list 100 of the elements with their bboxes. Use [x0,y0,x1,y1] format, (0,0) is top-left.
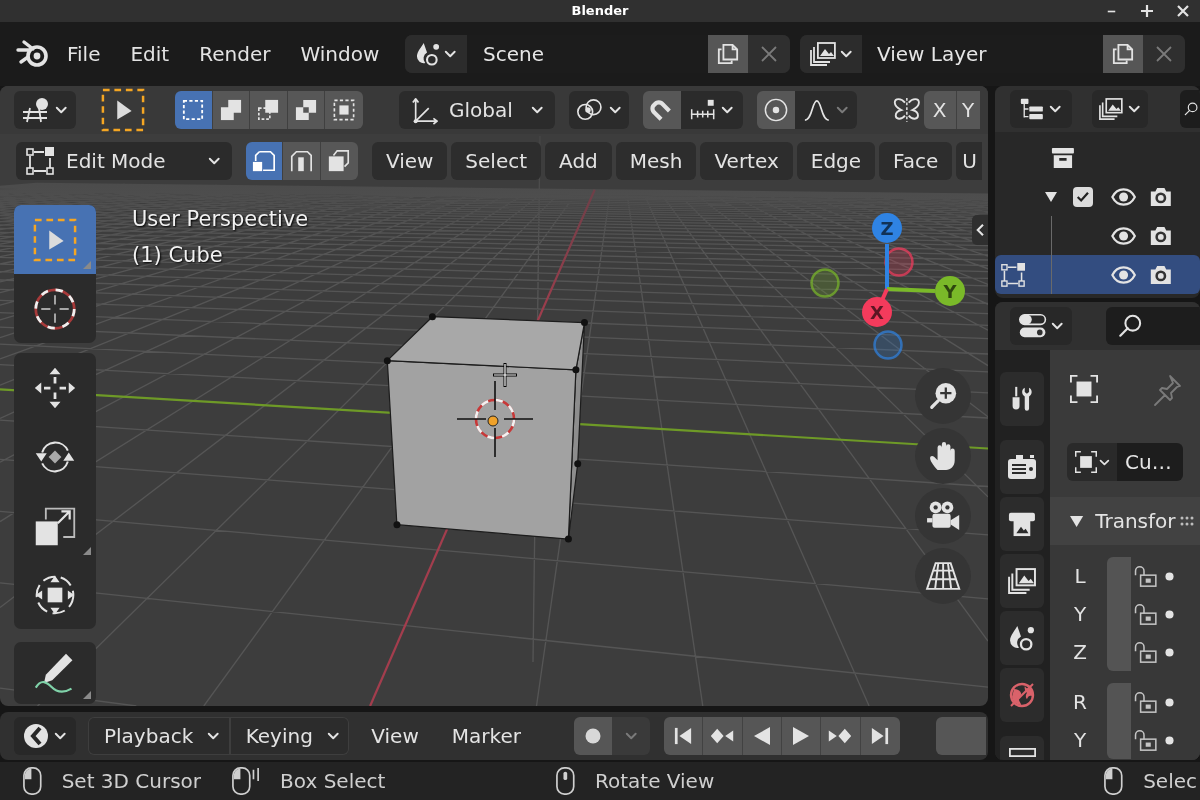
search-icon [1184,102,1198,116]
mesh-select-mode-button[interactable] [246,142,284,180]
snap-toggle[interactable] [642,91,681,129]
properties-tab[interactable] [1000,736,1044,760]
object-name-field[interactable]: Cu… [1117,443,1183,481]
menu-item[interactable]: View [371,717,419,755]
next-keyframe-button[interactable] [821,717,861,755]
mode-dropdown[interactable]: Edit Mode [16,142,232,180]
droplet-circles-icon [1009,625,1035,651]
pivot-dropdown[interactable] [568,91,629,129]
jump-to-end-button[interactable] [860,717,900,755]
sphere-on-grid-icon [22,97,51,123]
vertex-select-icon [252,149,277,173]
vertex-square-icon [26,147,54,175]
jump-to-start-button[interactable] [663,717,704,755]
orientation-dropdown[interactable]: Global [398,91,555,129]
maximize-button[interactable] [1139,3,1155,19]
frame-field[interactable] [935,717,986,755]
sidebar-toggle[interactable] [972,215,988,245]
scene-name-field[interactable]: Scene [467,35,708,73]
menu-item[interactable]: Mesh [615,142,697,180]
mirror-axis-toggle[interactable]: Y [956,91,980,129]
app-menu-button[interactable] [16,38,50,70]
menu-item[interactable]: Edge [796,142,876,180]
properties-tab[interactable] [1000,554,1044,608]
remove-button[interactable] [1143,35,1185,73]
snap-mode-dropdown[interactable] [680,91,743,129]
menu-dropdown[interactable]: Keying [229,717,350,755]
menu-item[interactable]: Face [879,142,953,180]
object-type-dropdown[interactable] [1067,443,1117,481]
menu-item[interactable]: Edit [115,35,185,73]
minimize-icon [1106,9,1116,13]
window-title: Blender [571,3,629,19]
axis-button[interactable]: Y [935,276,965,306]
close-icon [1156,46,1172,62]
proportional-edit-toggle[interactable] [756,91,795,129]
properties-tab[interactable] [1000,372,1044,426]
menu-item[interactable]: Vertex [700,142,793,180]
properties-tab[interactable] [1000,440,1044,494]
editor-type-dropdown[interactable] [14,717,76,755]
caret-icon [55,106,68,114]
previous-keyframe-icon [710,728,735,744]
value-field[interactable] [1107,683,1131,721]
menu-item[interactable]: Render [184,35,286,73]
select-mode-button[interactable] [175,91,213,129]
copy-button[interactable] [708,35,748,73]
menu-item[interactable]: File [52,35,116,73]
play-button[interactable] [781,717,822,755]
play-reverse-button[interactable] [742,717,782,755]
cube-mesh[interactable] [383,313,588,543]
menu-dropdown[interactable]: Playback [88,717,230,755]
filter-dropdown[interactable] [1092,90,1148,128]
mesh-select-mode-button[interactable] [320,142,358,180]
properties-tab[interactable] [1000,611,1044,665]
value-field[interactable] [1107,721,1131,759]
remove-button[interactable] [748,35,790,73]
perspective-toggle[interactable] [915,548,971,604]
overlapping-squares-icon [219,99,242,121]
outliner-row[interactable] [995,255,1200,294]
property-label: Y [1072,728,1088,752]
falloff-dropdown[interactable] [794,91,857,129]
checkbox[interactable] [1073,186,1093,207]
select-mode-button[interactable] [287,91,326,129]
previous-keyframe-button[interactable] [703,717,743,755]
editor-type-dropdown[interactable] [1010,307,1072,345]
axis-button[interactable]: X [862,297,892,327]
hint-label: Selec [1143,769,1197,793]
viewport-area[interactable]: Global X Y Edit Mode View Select Add Mesh Vertex Edge Face U User Perspective (1) Cube Z Y X [0,86,988,706]
record-button[interactable] [573,717,612,755]
search-field[interactable] [1106,307,1200,345]
menu-item[interactable]: Window [285,35,395,73]
camera-view-button[interactable] [915,488,971,544]
menu-item[interactable]: U [956,142,982,180]
menu-item[interactable]: Select [451,142,542,180]
close-button[interactable] [1175,3,1191,19]
value-field[interactable] [1107,633,1131,671]
select-mode-button[interactable] [325,91,363,129]
select-mode-button[interactable] [212,91,251,129]
value-field[interactable] [1107,557,1131,595]
axis-ring-icon[interactable] [884,247,914,277]
menu-item[interactable]: Marker [451,717,521,755]
options-dropdown[interactable] [14,91,76,129]
caret-icon [1050,322,1064,330]
butterfly-icon [891,97,922,123]
axis-ring-icon[interactable] [810,268,840,298]
pan-button[interactable] [915,428,971,484]
copy-button[interactable] [1103,35,1143,73]
viewport-info-text: (1) Cube [132,242,224,268]
menu-item[interactable]: Add [545,142,612,180]
mirror-axis-toggle[interactable]: X [923,91,957,129]
printer-icon [1008,511,1036,537]
view-layer-name-field[interactable]: View Layer [862,35,1103,73]
menu-item[interactable]: View [371,142,448,180]
properties-tab[interactable] [1000,497,1044,551]
zoom-button[interactable] [915,368,971,424]
display-mode-dropdown[interactable] [1010,90,1072,128]
mesh-select-mode-button[interactable] [283,142,321,180]
search-field[interactable] [1180,90,1200,128]
panel-header[interactable]: Transfor [1050,497,1200,545]
select-mode-button[interactable] [250,91,288,129]
